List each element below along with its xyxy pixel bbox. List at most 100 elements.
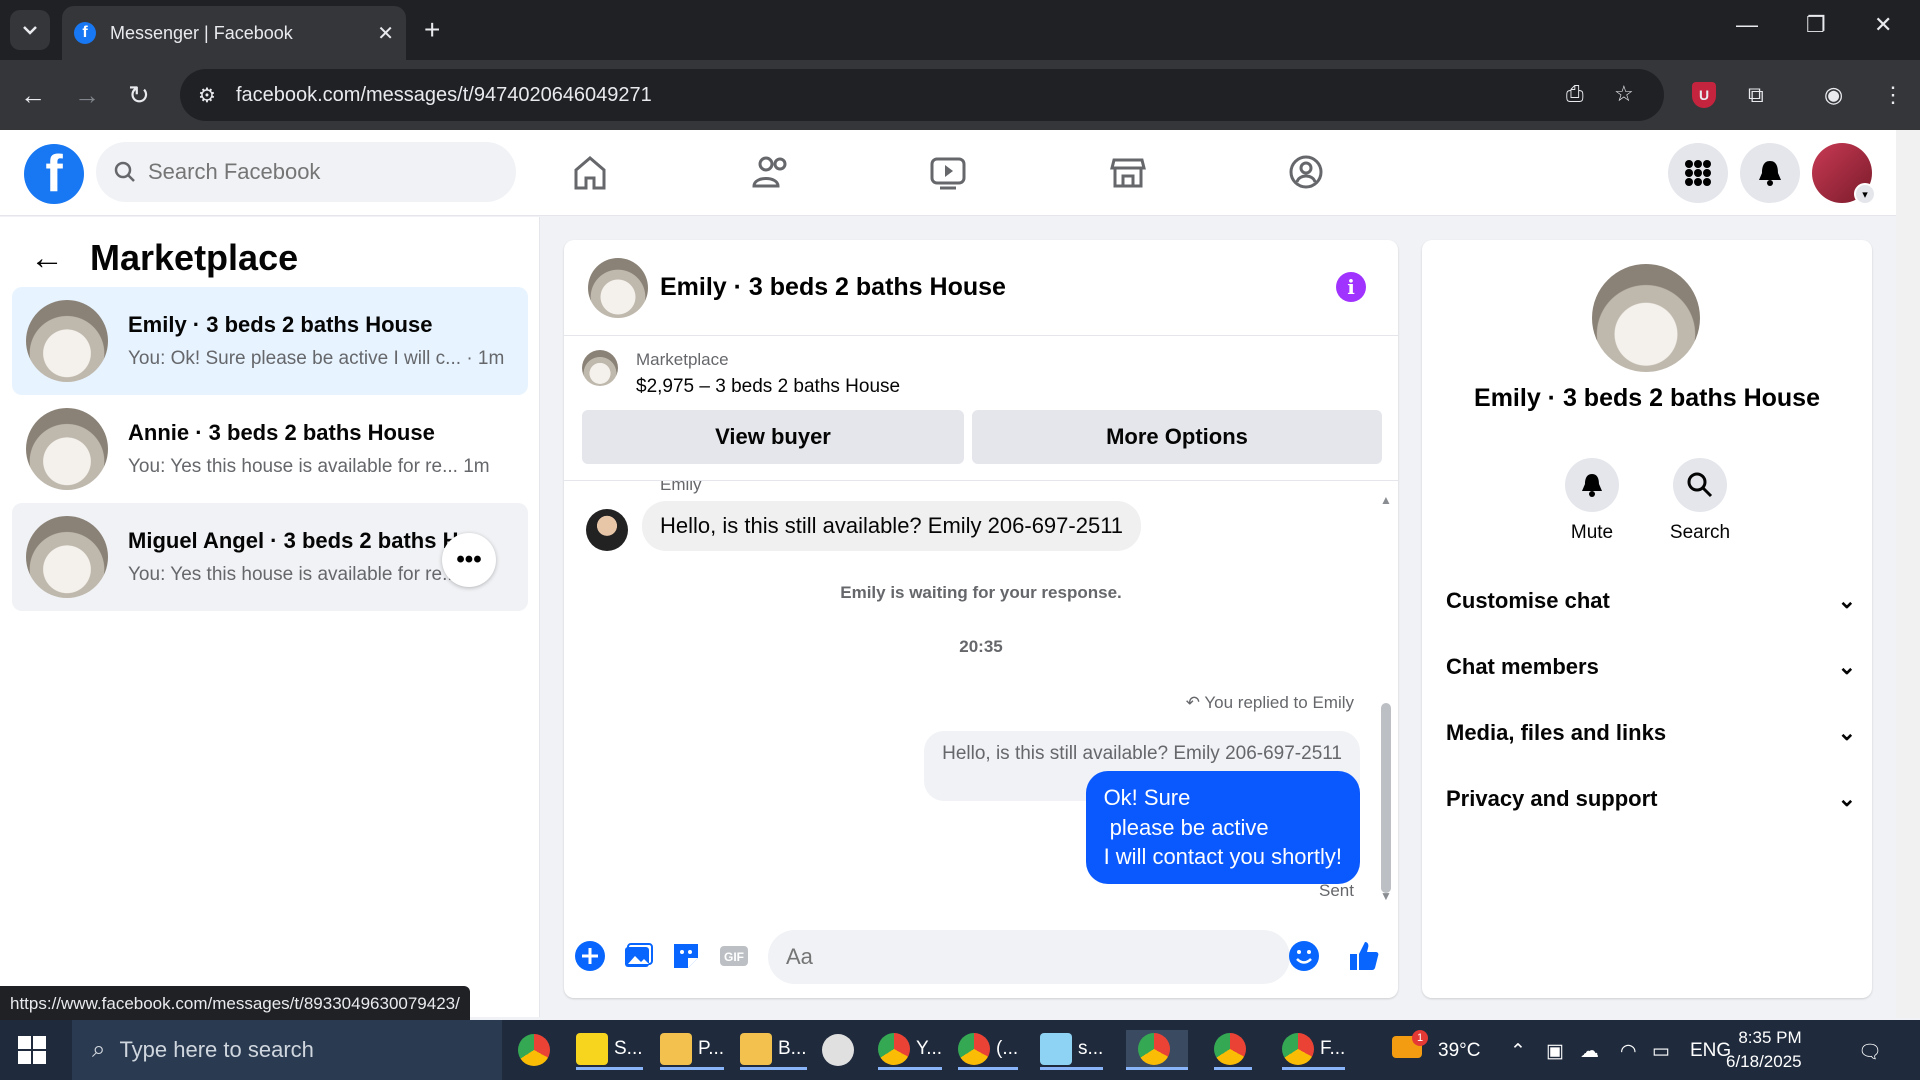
- reload-icon[interactable]: ↻: [128, 80, 150, 111]
- minimize-icon[interactable]: —: [1736, 12, 1758, 38]
- system-clock[interactable]: 8:35 PM 6/18/2025: [1726, 1026, 1802, 1074]
- marketplace-chats-panel: ← Marketplace Emily · 3 beds 2 baths Hou…: [0, 217, 540, 1017]
- video-icon[interactable]: [926, 150, 970, 194]
- chrome-profile-taskbar-app[interactable]: (...: [958, 1030, 1019, 1070]
- chat-avatar[interactable]: [588, 257, 648, 318]
- grid-menu-icon: [1685, 160, 1711, 186]
- battery-icon[interactable]: ▭: [1652, 1040, 1670, 1063]
- gif-icon[interactable]: GIF: [718, 940, 750, 972]
- search-action[interactable]: Search: [1660, 458, 1740, 544]
- forward-icon[interactable]: →: [74, 80, 100, 111]
- chrome-profile-taskbar-icon[interactable]: [1214, 1030, 1252, 1070]
- wifi-icon[interactable]: ◠: [1620, 1040, 1637, 1063]
- chrome-profile-taskbar-app[interactable]: F...: [1282, 1030, 1346, 1070]
- message-scrollbar[interactable]: ▲ ▼: [1378, 493, 1392, 903]
- marketplace-icon[interactable]: [1106, 150, 1150, 194]
- site-info-icon[interactable]: ⚙: [198, 83, 216, 108]
- friends-icon[interactable]: [748, 150, 792, 194]
- message-input[interactable]: [786, 944, 1186, 970]
- account-chevron-icon[interactable]: ▾: [1854, 183, 1876, 205]
- ublock-extension-icon[interactable]: U: [1692, 82, 1716, 108]
- weather-icon[interactable]: 1: [1392, 1030, 1428, 1064]
- conversation-time: 1m: [463, 456, 490, 477]
- search-in-chat-button[interactable]: [1673, 458, 1727, 512]
- menu-grid-button[interactable]: [1668, 143, 1728, 203]
- conversation-snippet: You: Yes this house is available for re.…: [128, 456, 458, 477]
- section-label: Customise chat: [1446, 588, 1610, 613]
- media-files-links-section[interactable]: Media, files and links ⌄: [1446, 720, 1856, 746]
- profile-avatar[interactable]: ▾: [1812, 143, 1876, 205]
- chrome-profile-taskbar-app[interactable]: Y...: [878, 1030, 943, 1070]
- conversation-item[interactable]: Annie · 3 beds 2 baths House You: Yes th…: [12, 395, 528, 503]
- paint-taskbar-icon[interactable]: [822, 1030, 860, 1070]
- browser-tab[interactable]: f Messenger | Facebook ✕: [62, 6, 406, 60]
- more-options-icon[interactable]: •••: [442, 533, 496, 587]
- new-tab-button[interactable]: +: [424, 14, 440, 46]
- chrome-taskbar-icon[interactable]: [518, 1030, 556, 1070]
- explorer-taskbar-app[interactable]: P...: [660, 1030, 725, 1070]
- extensions-icon[interactable]: ⧉: [1748, 82, 1764, 108]
- facebook-search[interactable]: [96, 142, 516, 202]
- onedrive-cloud-icon[interactable]: ☁: [1580, 1040, 1599, 1063]
- windows-start-icon[interactable]: [18, 1036, 46, 1064]
- groups-gaming-icon[interactable]: [1284, 150, 1328, 194]
- close-tab-icon[interactable]: ✕: [377, 21, 394, 46]
- conversation-item[interactable]: Emily · 3 beds 2 baths House You: Ok! Su…: [12, 287, 528, 395]
- conversation-item[interactable]: Miguel Angel · 3 beds 2 baths H... You: …: [12, 503, 528, 611]
- scroll-down-icon[interactable]: ▼: [1380, 889, 1392, 903]
- temperature: 39°C: [1438, 1040, 1481, 1061]
- install-app-icon[interactable]: ⎙: [1566, 81, 1584, 107]
- close-window-icon[interactable]: ✕: [1874, 12, 1892, 38]
- profile-account-icon[interactable]: ◉: [1824, 82, 1843, 108]
- customise-chat-section[interactable]: Customise chat ⌄: [1446, 588, 1856, 614]
- app-label: (...: [996, 1037, 1019, 1059]
- address-bar[interactable]: ⚙ facebook.com/messages/t/94740206460492…: [180, 69, 1664, 121]
- scrollbar-thumb[interactable]: [1381, 703, 1391, 893]
- notification-center-icon[interactable]: 🗨: [1858, 1040, 1882, 1064]
- facebook-logo[interactable]: f: [24, 144, 84, 204]
- app-label: s...: [1078, 1037, 1104, 1059]
- browser-menu-icon[interactable]: ⋮: [1882, 82, 1904, 108]
- back-icon[interactable]: ←: [20, 80, 46, 111]
- svg-text:GIF: GIF: [724, 950, 744, 964]
- plus-icon[interactable]: [574, 940, 606, 972]
- section-label: Media, files and links: [1446, 720, 1667, 745]
- listing-thumbnail: [26, 516, 108, 598]
- file-taskbar-app[interactable]: B...: [740, 1030, 807, 1070]
- details-avatar[interactable]: [1592, 264, 1700, 372]
- scroll-up-icon[interactable]: ▲: [1380, 493, 1392, 507]
- mute-button[interactable]: [1565, 458, 1619, 512]
- view-buyer-button[interactable]: View buyer: [582, 410, 964, 464]
- weather-badge: 1: [1412, 1030, 1428, 1046]
- taskbar-search[interactable]: ⌕ Type here to search: [72, 1020, 502, 1080]
- back-arrow-icon[interactable]: ←: [30, 239, 64, 278]
- photo-icon[interactable]: [622, 940, 654, 972]
- facebook-search-input[interactable]: [148, 159, 448, 185]
- meet-now-icon[interactable]: ▣: [1546, 1040, 1564, 1063]
- mute-action[interactable]: Mute: [1552, 458, 1632, 544]
- notepad-taskbar-app[interactable]: s...: [1040, 1030, 1104, 1070]
- info-icon[interactable]: i: [1336, 272, 1366, 302]
- page-scrollbar[interactable]: [1896, 130, 1920, 1018]
- emoji-icon[interactable]: [1288, 940, 1320, 972]
- sticker-icon[interactable]: [670, 940, 702, 972]
- bookmark-star-icon[interactable]: ☆: [1614, 81, 1634, 107]
- clock-time: 8:35 PM: [1738, 1028, 1802, 1047]
- notifications-button[interactable]: [1740, 143, 1800, 203]
- panel-title: Marketplace: [90, 237, 299, 278]
- chat-members-section[interactable]: Chat members ⌄: [1446, 654, 1856, 680]
- restore-icon[interactable]: ❐: [1806, 12, 1826, 38]
- chat-header: Emily · 3 beds 2 baths House i: [564, 240, 1398, 336]
- privacy-support-section[interactable]: Privacy and support ⌄: [1446, 786, 1856, 812]
- show-hidden-icons-icon[interactable]: ⌃: [1510, 1040, 1526, 1063]
- home-icon[interactable]: [568, 150, 612, 194]
- chrome-active-taskbar-icon[interactable]: [1126, 1030, 1188, 1070]
- sender-avatar[interactable]: [586, 509, 628, 551]
- tab-search-button[interactable]: [10, 10, 50, 50]
- more-options-button[interactable]: More Options: [972, 410, 1382, 464]
- thumbs-up-icon[interactable]: [1348, 940, 1380, 972]
- chat-title[interactable]: Emily · 3 beds 2 baths House: [660, 273, 1006, 302]
- message-input-box[interactable]: [768, 930, 1290, 984]
- language-indicator[interactable]: ENG: [1690, 1040, 1731, 1062]
- sticky-notes-taskbar-app[interactable]: S...: [576, 1030, 643, 1070]
